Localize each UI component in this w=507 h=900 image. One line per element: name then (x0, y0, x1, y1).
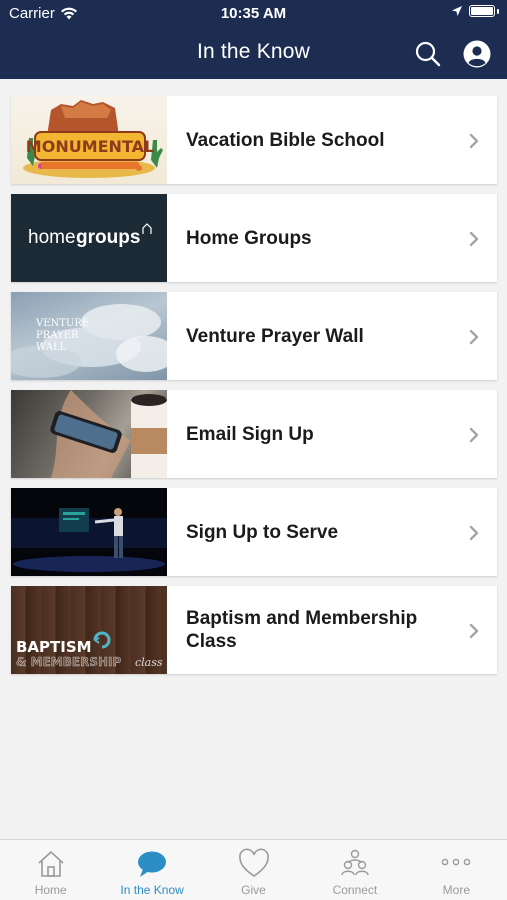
tab-home[interactable]: Home (0, 840, 101, 900)
prayer-logo-c: WALL (36, 342, 67, 353)
home-groups-logo-b: groups (76, 227, 140, 248)
home-icon (38, 851, 64, 877)
baptism-logo-c: class (135, 656, 163, 669)
vbs-logo-text: MONUMENTAL (26, 137, 154, 156)
baptism-logo-a: BAPTISM (16, 638, 92, 656)
baptism-thumbnail: BAPTISM & MEMBERSHIP class (11, 586, 167, 674)
chat-bubble-icon (138, 851, 167, 877)
email-sign-up-thumbnail (11, 390, 167, 478)
chevron-right-icon (469, 623, 479, 639)
chevron-right-icon (469, 133, 479, 149)
tab-give[interactable]: Give (203, 840, 304, 900)
search-icon[interactable] (414, 40, 442, 68)
list-item-email-sign-up[interactable]: Email Sign Up (11, 390, 497, 478)
status-time: 10:35 AM (220, 5, 287, 22)
list-item-label: Vacation Bible School (186, 129, 385, 151)
list-item-label: Email Sign Up (186, 423, 314, 445)
battery-icon (469, 5, 495, 17)
chevron-right-icon (469, 329, 479, 345)
chevron-right-icon (469, 525, 479, 541)
prayer-logo-b: PRAYER (36, 330, 79, 341)
vbs-thumbnail: MONUMENTAL (11, 96, 167, 184)
list-item-label: Venture Prayer Wall (186, 325, 364, 347)
chevron-right-icon (469, 427, 479, 443)
content-list: MONUMENTAL Vacation Bible School home gr… (11, 96, 497, 684)
baptism-logo-b: & MEMBERSHIP (16, 655, 121, 669)
tab-label: Give (241, 883, 266, 897)
heart-icon (238, 848, 269, 877)
tab-in-the-know[interactable]: In the Know (101, 840, 202, 900)
list-item-vacation-bible-school[interactable]: MONUMENTAL Vacation Bible School (11, 96, 497, 184)
people-icon (341, 849, 369, 876)
tab-label: More (442, 883, 470, 897)
sign-up-to-serve-thumbnail (11, 488, 167, 576)
tab-label: Home (34, 883, 67, 897)
list-item-baptism-membership-class[interactable]: BAPTISM & MEMBERSHIP class Baptism and M… (11, 586, 497, 674)
list-item-label: Home Groups (186, 227, 312, 249)
prayer-wall-thumbnail: VENTURE PRAYER WALL (11, 292, 167, 380)
list-item-label: Baptism and Membership Class (186, 608, 418, 652)
header-bar: Carrier 10:35 AM In the Know (0, 0, 507, 79)
list-item-home-groups[interactable]: home groups Home Groups (11, 194, 497, 282)
tab-more[interactable]: More (406, 840, 507, 900)
home-groups-thumbnail: home groups (11, 194, 167, 282)
more-dots-icon (442, 858, 471, 866)
status-bar: Carrier 10:35 AM (0, 0, 507, 28)
tab-bar: Home In the Know Give Connect More (0, 839, 507, 900)
list-item-venture-prayer-wall[interactable]: VENTURE PRAYER WALL Venture Prayer Wall (11, 292, 497, 380)
tab-label: Connect (332, 883, 378, 897)
prayer-logo-a: VENTURE (35, 318, 89, 329)
home-groups-logo-a: home (28, 227, 76, 248)
tab-label: In the Know (120, 883, 184, 897)
list-item-label: Sign Up to Serve (186, 521, 339, 543)
location-arrow-icon (452, 6, 462, 16)
tab-connect[interactable]: Connect (304, 840, 405, 900)
chevron-right-icon (469, 231, 479, 247)
list-item-sign-up-to-serve[interactable]: Sign Up to Serve (11, 488, 497, 576)
profile-icon[interactable] (463, 40, 491, 68)
